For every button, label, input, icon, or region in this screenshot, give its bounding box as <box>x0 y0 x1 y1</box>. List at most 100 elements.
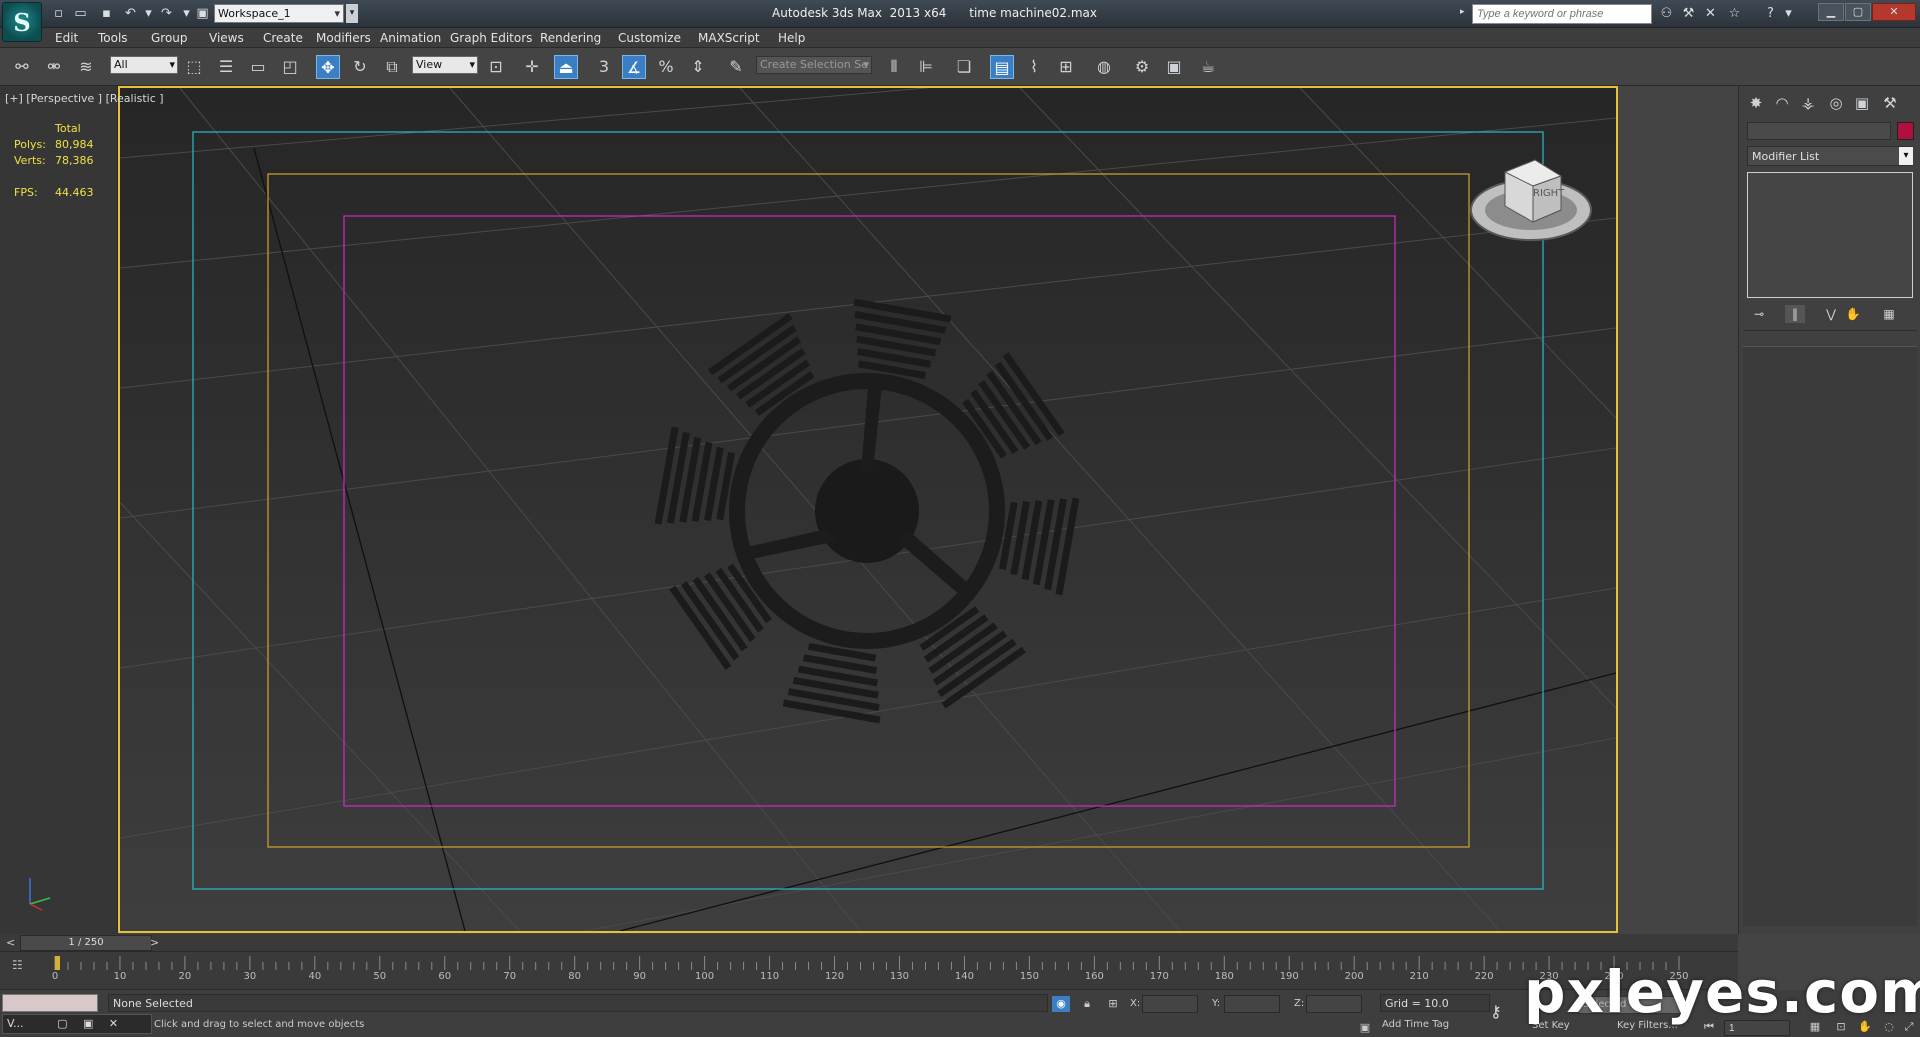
time-tag-icon[interactable]: ▣ <box>1356 1020 1374 1036</box>
binoculars-icon[interactable]: ⚇ <box>1658 5 1675 22</box>
modify-icon[interactable]: ◠ <box>1771 92 1793 114</box>
perspective-viewport[interactable] <box>118 86 1618 933</box>
absolute-mode-icon[interactable]: ⊞ <box>1104 996 1122 1012</box>
search-input[interactable] <box>1472 4 1652 24</box>
hierarchy-icon[interactable]: ⚶ <box>1797 92 1819 114</box>
named-selection-set-select[interactable]: Create Selection Se <box>756 56 872 74</box>
mini-curve-editor-icon[interactable]: ☷ <box>12 958 32 974</box>
close-icon[interactable]: ✕ <box>109 1017 118 1030</box>
angle-snap-icon[interactable]: ∡ <box>622 55 646 79</box>
select-object-icon[interactable]: ⬚ <box>182 55 206 79</box>
select-and-scale-icon[interactable]: ⧉ <box>380 55 404 79</box>
show-end-result-icon[interactable]: ‖ <box>1785 305 1805 323</box>
menu-customize[interactable]: Customize <box>618 31 681 45</box>
layer-manager-icon[interactable]: ❏ <box>952 55 976 79</box>
help-dropdown-icon[interactable]: ▾ <box>1780 5 1797 22</box>
restore-icon[interactable]: ▢ <box>57 1017 67 1030</box>
make-unique-icon[interactable]: ⋁ <box>1821 305 1841 323</box>
time-slider-next-button[interactable]: > <box>150 936 159 949</box>
undo-dropdown-icon[interactable]: ▾ <box>140 5 157 22</box>
unlink-selection-icon[interactable]: ⚮ <box>42 55 66 79</box>
mirror-icon[interactable]: ⫴ <box>882 55 906 79</box>
track-bar[interactable]: ☷ 0 10 20 30 40 50 60 70 80 90 100 110 120 130 140 150 1… <box>0 952 1738 990</box>
bind-to-space-warp-icon[interactable]: ≋ <box>74 55 98 79</box>
project-folder-icon[interactable]: ▣ <box>194 5 211 22</box>
select-and-manipulate-icon[interactable]: ✛ <box>520 55 544 79</box>
redo-icon[interactable]: ↷ <box>158 5 175 22</box>
time-slider-prev-button[interactable]: < <box>6 936 15 949</box>
menu-rendering[interactable]: Rendering <box>540 31 601 45</box>
viewcube-face-label[interactable]: RIGHT <box>1533 188 1565 199</box>
reference-coordinate-select[interactable]: View <box>412 56 478 74</box>
add-time-tag-button[interactable]: Add Time Tag <box>1382 1019 1449 1030</box>
snaps-toggle-icon[interactable]: 3 <box>592 55 616 79</box>
quick-access-dropdown-icon[interactable]: ▾ <box>346 4 358 23</box>
edit-named-selection-icon[interactable]: ✎ <box>724 55 748 79</box>
undo-icon[interactable]: ↶ <box>122 5 139 22</box>
help-icon[interactable]: ? <box>1762 5 1779 22</box>
spinner-snap-icon[interactable]: ⇕ <box>686 55 710 79</box>
current-frame-marker[interactable] <box>55 956 60 970</box>
display-icon[interactable]: ▣ <box>1851 92 1873 114</box>
object-color-swatch[interactable] <box>1897 122 1914 140</box>
x-coord-field[interactable] <box>1142 995 1198 1013</box>
menu-views[interactable]: Views <box>209 31 244 45</box>
remove-modifier-icon[interactable]: ✋ <box>1843 305 1863 323</box>
select-and-rotate-icon[interactable]: ↻ <box>348 55 372 79</box>
communication-center-icon[interactable]: ✕ <box>1702 5 1719 22</box>
render-setup-icon[interactable]: ⚙ <box>1130 55 1154 79</box>
utilities-icon[interactable]: ⚒ <box>1879 92 1901 114</box>
y-coord-field[interactable] <box>1224 995 1280 1013</box>
minimize-button[interactable]: ▁ <box>1818 3 1844 21</box>
close-button[interactable]: ✕ <box>1872 3 1916 21</box>
menu-graph-editors[interactable]: Graph Editors <box>450 31 532 45</box>
menu-tools[interactable]: Tools <box>98 31 128 45</box>
menu-create[interactable]: Create <box>263 31 303 45</box>
isolate-selection-icon[interactable]: ◉ <box>1052 996 1070 1012</box>
menu-maxscript[interactable]: MAXScript <box>698 31 760 45</box>
maxscript-listener-mini[interactable] <box>2 994 98 1012</box>
select-by-name-icon[interactable]: ☰ <box>214 55 238 79</box>
redo-dropdown-icon[interactable]: ▾ <box>178 5 195 22</box>
open-file-icon[interactable]: ▭ <box>72 5 89 22</box>
new-file-icon[interactable]: ▫ <box>50 5 67 22</box>
subscription-center-icon[interactable]: ⚒ <box>1680 5 1697 22</box>
z-coord-field[interactable] <box>1306 995 1362 1013</box>
lock-selection-icon[interactable]: 🔒︎ <box>1078 996 1096 1012</box>
key-icon[interactable]: ⚷ <box>1490 1002 1502 1021</box>
time-slider-thumb[interactable]: 1 / 250 <box>20 935 152 951</box>
keyboard-shortcut-override-icon[interactable]: ⏏ <box>554 55 578 79</box>
modifier-list-dropdown[interactable]: Modifier List <box>1747 146 1913 166</box>
graphite-ribbon-icon[interactable]: ▤ <box>990 55 1014 79</box>
select-and-link-icon[interactable]: ⚯ <box>10 55 34 79</box>
create-icon[interactable]: ✸ <box>1745 92 1767 114</box>
search-expand-icon[interactable]: ▸ <box>1460 7 1465 17</box>
material-editor-icon[interactable]: ◍ <box>1092 55 1116 79</box>
window-crossing-icon[interactable]: ◰ <box>278 55 302 79</box>
menu-help[interactable]: Help <box>778 31 805 45</box>
object-name-field[interactable] <box>1747 122 1891 140</box>
select-and-move-icon[interactable]: ✥ <box>316 55 340 79</box>
percent-snap-icon[interactable]: % <box>654 55 678 79</box>
menu-edit[interactable]: Edit <box>55 31 78 45</box>
rectangular-selection-icon[interactable]: ▭ <box>246 55 270 79</box>
track-ruler[interactable]: 0 10 20 30 40 50 60 70 80 90 100 110 120 130 140 150 160… <box>52 956 1689 986</box>
chevron-down-icon[interactable]: ▾ <box>1899 147 1913 165</box>
application-menu-button[interactable]: S <box>2 2 42 42</box>
schematic-view-icon[interactable]: ⊞ <box>1054 55 1078 79</box>
menu-animation[interactable]: Animation <box>380 31 441 45</box>
curve-editor-icon[interactable]: ⌇ <box>1022 55 1046 79</box>
maximize-icon[interactable]: ▣ <box>83 1017 93 1030</box>
motion-icon[interactable]: ◎ <box>1825 92 1847 114</box>
configure-modifier-sets-icon[interactable]: ▦ <box>1879 305 1899 323</box>
minimized-window-button[interactable]: V... ▢ ▣ ✕ <box>2 1014 152 1034</box>
workspace-select[interactable]: Workspace_1 <box>214 4 344 23</box>
pin-stack-icon[interactable]: ⊸ <box>1749 305 1769 323</box>
viewport-label-menu[interactable]: [+] [Perspective ] [Realistic ] <box>5 92 164 105</box>
menu-group[interactable]: Group <box>151 31 188 45</box>
modifier-stack-list[interactable] <box>1747 172 1913 298</box>
rendered-frame-window-icon[interactable]: ▣ <box>1162 55 1186 79</box>
save-icon[interactable]: ▪ <box>98 5 115 22</box>
maximize-button[interactable]: ▢ <box>1845 3 1871 21</box>
selection-filter-select[interactable]: All <box>110 56 178 74</box>
